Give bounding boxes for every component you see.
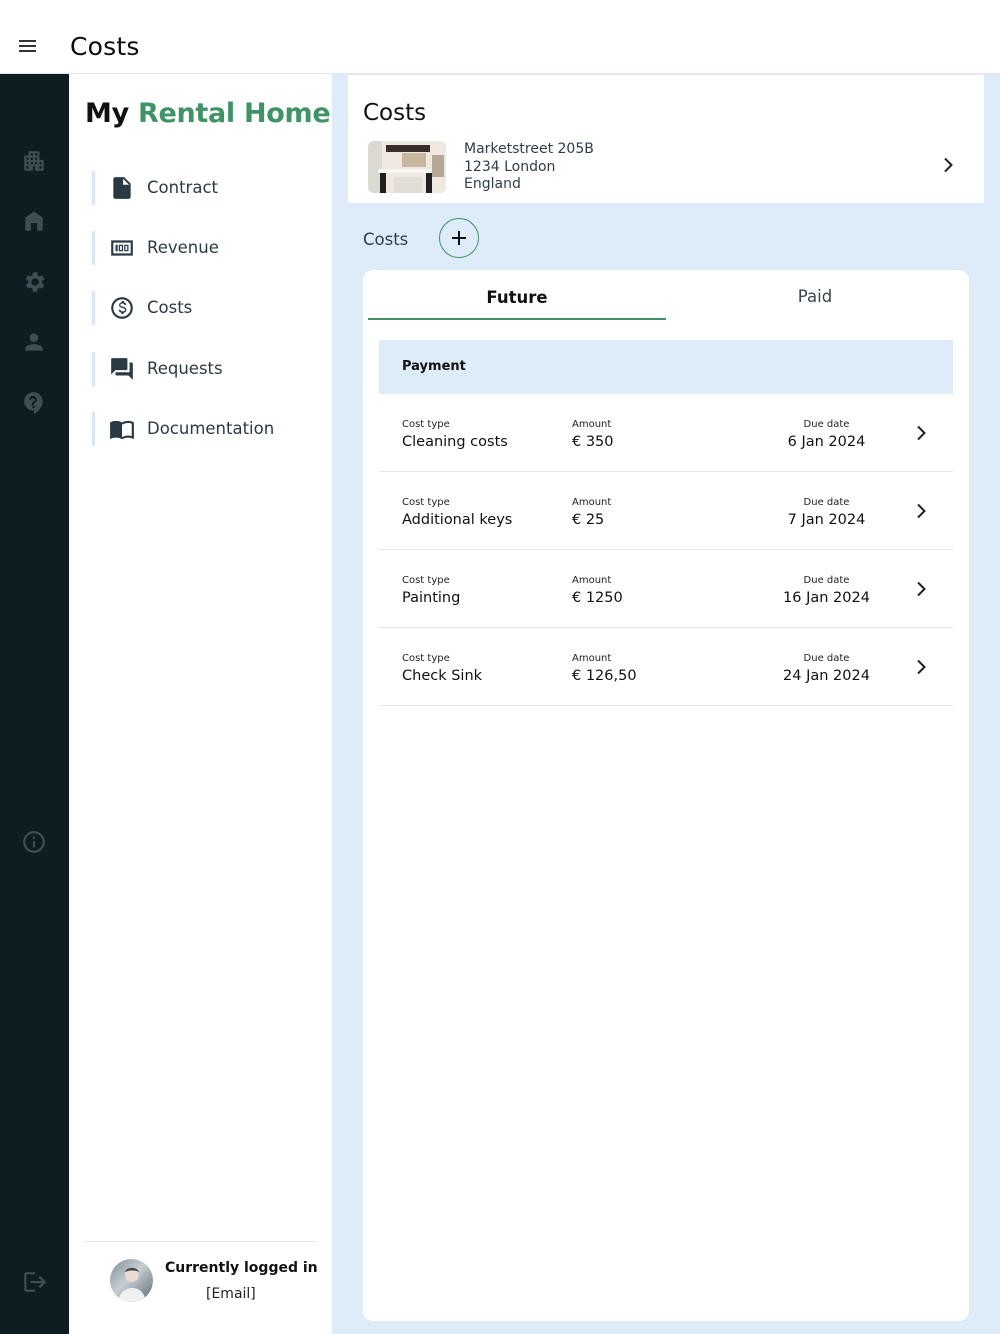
chevron-right-icon[interactable] [938, 155, 958, 175]
person-icon[interactable] [21, 329, 47, 355]
due-date-label: Due date [803, 419, 850, 430]
table-header: Payment [379, 340, 953, 394]
amount-value: € 350 [572, 434, 614, 450]
table-row[interactable]: Cost type Check Sink Amount € 126,50 Due… [379, 628, 953, 706]
costs-section-label: Costs [363, 230, 409, 249]
home-icon[interactable] [21, 208, 47, 234]
info-icon[interactable] [21, 829, 47, 855]
due-date-label: Due date [803, 575, 850, 586]
nav-item-requests[interactable]: Requests [92, 352, 312, 386]
due-date-value: 24 Jan 2024 [783, 668, 870, 684]
login-status: Currently logged in [165, 1260, 318, 1276]
nav-item-label: Revenue [147, 238, 219, 257]
tab-paid[interactable]: Paid [666, 270, 964, 320]
property-card[interactable]: Costs Marketstreet 205B 1234 London Engl… [348, 75, 984, 203]
icon-rail [0, 74, 69, 1334]
property-image [368, 141, 446, 193]
tab-future[interactable]: Future [368, 270, 666, 320]
chevron-right-icon[interactable] [911, 579, 931, 599]
due-date-value: 6 Jan 2024 [787, 434, 866, 450]
navigation-drawer: My Rental Home Contract Revenue Costs Re… [69, 74, 332, 1334]
amount-value: € 25 [572, 512, 605, 528]
due-date-value: 7 Jan 2024 [787, 512, 866, 528]
due-date-value: 16 Jan 2024 [783, 590, 870, 606]
help-icon[interactable] [21, 390, 47, 416]
amount-label: Amount [572, 575, 612, 586]
cost-type-value: Check Sink [402, 668, 483, 684]
cost-type-label: Cost type [402, 419, 450, 430]
cost-type-value: Cleaning costs [402, 434, 508, 450]
chat-icon [109, 356, 135, 382]
hamburger-menu-icon[interactable] [14, 33, 42, 61]
divider [84, 1241, 317, 1242]
user-email: [Email] [206, 1286, 256, 1302]
nav-item-label: Contract [147, 178, 218, 197]
amount-label: Amount [572, 653, 612, 664]
page-title: Costs [70, 32, 140, 61]
cost-type-value: Painting [402, 590, 461, 606]
nav-item-label: Requests [147, 359, 223, 378]
amount-value: € 126,50 [572, 668, 637, 684]
nav-item-costs[interactable]: Costs [92, 291, 312, 325]
book-icon [109, 416, 135, 442]
cost-type-value: Additional keys [402, 512, 513, 528]
chevron-right-icon[interactable] [911, 657, 931, 677]
buildings-icon[interactable] [21, 148, 47, 174]
avatar[interactable] [110, 1259, 153, 1302]
nav-item-documentation[interactable]: Documentation [92, 412, 312, 446]
dollar-circle-icon [109, 295, 135, 321]
nav-item-label: Costs [147, 298, 193, 317]
table-row[interactable]: Cost type Additional keys Amount € 25 Du… [379, 472, 953, 550]
section-title: Costs [363, 100, 427, 126]
app-bar: Costs [0, 0, 1000, 74]
cost-type-label: Cost type [402, 497, 450, 508]
amount-label: Amount [572, 497, 612, 508]
due-date-label: Due date [803, 653, 850, 664]
due-date-label: Due date [803, 497, 850, 508]
table-row[interactable]: Cost type Painting Amount € 1250 Due dat… [379, 550, 953, 628]
cost-type-label: Cost type [402, 653, 450, 664]
costs-panel: Future Paid Payment Cost type Cleaning c… [363, 270, 969, 1321]
nav-item-revenue[interactable]: Revenue [92, 231, 312, 265]
brand-logo: My Rental Home [85, 98, 331, 129]
settings-icon[interactable] [21, 269, 47, 295]
nav-item-label: Documentation [147, 419, 275, 438]
money-icon [109, 235, 135, 261]
amount-value: € 1250 [572, 590, 623, 606]
document-icon [109, 175, 135, 201]
property-address: Marketstreet 205B 1234 London England [464, 141, 594, 192]
chevron-right-icon[interactable] [911, 501, 931, 521]
table-row[interactable]: Cost type Cleaning costs Amount € 350 Du… [379, 394, 953, 472]
nav-item-contract[interactable]: Contract [92, 171, 312, 205]
chevron-right-icon[interactable] [911, 423, 931, 443]
logout-icon[interactable] [21, 1269, 47, 1295]
add-cost-button[interactable] [439, 218, 479, 258]
table-header-label: Payment [402, 359, 466, 374]
cost-type-label: Cost type [402, 575, 450, 586]
amount-label: Amount [572, 419, 612, 430]
main-content: Costs Marketstreet 205B 1234 London Engl… [332, 74, 1000, 1334]
